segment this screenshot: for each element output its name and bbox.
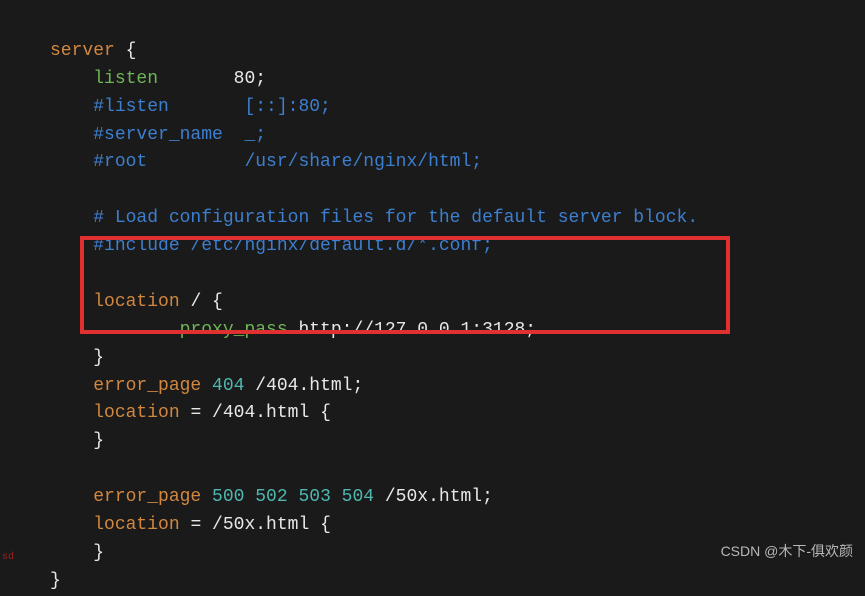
keyword-location: location <box>93 292 179 312</box>
directive-error-page: error_page <box>93 487 201 507</box>
line-17: } <box>50 571 61 591</box>
line-7-comment: #include /etc/nginx/default.d/*.conf; <box>50 236 493 256</box>
line-14: error_page 500 502 503 504 /50x.html; <box>50 487 493 507</box>
line-11: error_page 404 /404.html; <box>50 376 363 396</box>
line-8: location / { <box>50 292 223 312</box>
line-5-comment: #root /usr/share/nginx/html; <box>50 152 482 172</box>
keyword-location: location <box>93 403 179 423</box>
line-1: server { <box>50 41 136 61</box>
watermark-text: CSDN @木下-俱欢颜 <box>721 541 853 563</box>
line-3-comment: #listen [::]:80; <box>50 97 331 117</box>
corner-marker: sd <box>2 550 14 566</box>
line-13: } <box>50 431 104 451</box>
code-block: server { listen 80; #listen [::]:80; #se… <box>0 0 865 596</box>
keyword-location: location <box>93 515 179 535</box>
line-16: } <box>50 543 104 563</box>
line-15: location = /50x.html { <box>50 515 331 535</box>
line-6-comment: # Load configuration files for the defau… <box>50 208 698 228</box>
line-4-comment: #server_name _; <box>50 125 266 145</box>
directive-proxy-pass: proxy_pass <box>180 320 288 340</box>
line-12: location = /404.html { <box>50 403 331 423</box>
keyword-server: server <box>50 41 115 61</box>
line-2: listen 80; <box>50 69 266 89</box>
directive-listen: listen <box>93 69 158 89</box>
line-9: proxy_pass http://127.0.0.1:3128; <box>50 320 536 340</box>
directive-error-page: error_page <box>93 376 201 396</box>
line-10: } <box>50 348 104 368</box>
